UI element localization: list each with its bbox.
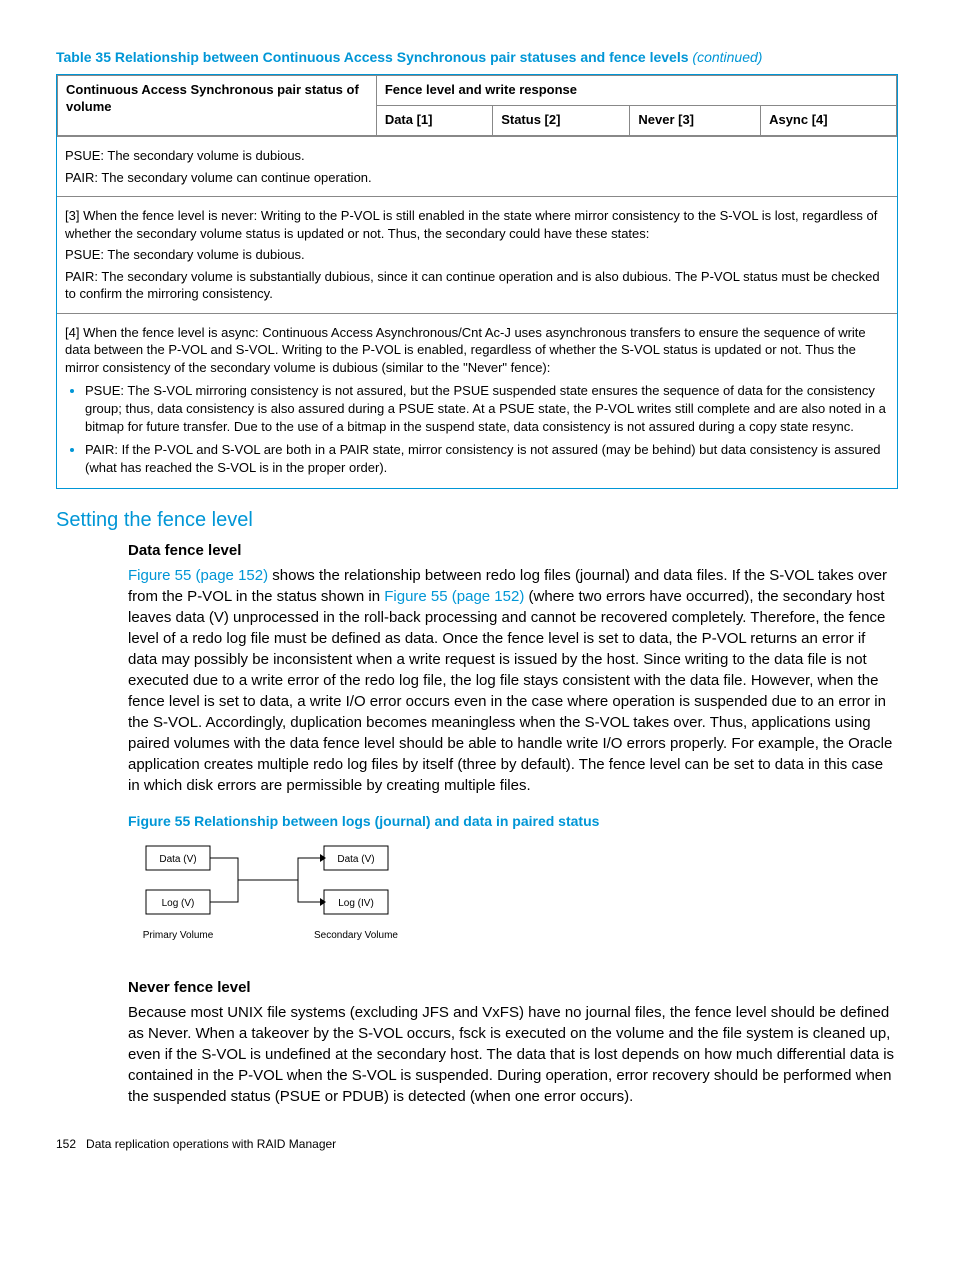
- footer-title: Data replication operations with RAID Ma…: [86, 1137, 336, 1151]
- fig-pv-log: Log (V): [162, 898, 195, 909]
- footnote-2: PSUE: The secondary volume is dubious. P…: [57, 136, 897, 196]
- table-35-header: Continuous Access Synchronous pair statu…: [57, 75, 897, 136]
- figure-55-caption: Figure 55 Relationship between logs (jou…: [128, 812, 898, 830]
- figure-55-svg: Data (V) Log (V) Primary Volume Data (V)…: [128, 840, 418, 960]
- heading-never-fence: Never fence level: [128, 978, 898, 998]
- link-figure-55-b[interactable]: Figure 55 (page 152): [384, 588, 524, 605]
- table-caption-main: Table 35 Relationship between Continuous…: [56, 49, 689, 65]
- note-4-intro: [4] When the fence level is async: Conti…: [65, 324, 889, 377]
- th-async: Async [4]: [761, 106, 897, 136]
- note-2-psue: PSUE: The secondary volume is dubious.: [65, 147, 889, 165]
- note-3-psue: PSUE: The secondary volume is dubious.: [65, 246, 889, 264]
- fig-pv-data: Data (V): [159, 854, 196, 865]
- section-heading-fence-level: Setting the fence level: [56, 507, 898, 533]
- th-fence-group: Fence level and write response: [376, 76, 896, 106]
- page-footer: 152 Data replication operations with RAI…: [56, 1137, 898, 1153]
- footnote-4: [4] When the fence level is async: Conti…: [57, 313, 897, 488]
- link-figure-55-a[interactable]: Figure 55 (page 152): [128, 567, 268, 584]
- fig-sv-data: Data (V): [337, 854, 374, 865]
- note-3-pair: PAIR: The secondary volume is substantia…: [65, 268, 889, 303]
- table-caption: Table 35 Relationship between Continuous…: [56, 48, 898, 66]
- th-pair-status: Continuous Access Synchronous pair statu…: [58, 76, 377, 136]
- text-data-fence-b: (where two errors have occurred), the se…: [128, 588, 892, 794]
- table-35-box: Continuous Access Synchronous pair statu…: [56, 74, 898, 489]
- heading-data-fence: Data fence level: [128, 541, 898, 561]
- note-2-pair: PAIR: The secondary volume can continue …: [65, 169, 889, 187]
- note-4-pair: PAIR: If the P-VOL and S-VOL are both in…: [85, 441, 889, 476]
- note-4-psue: PSUE: The S-VOL mirroring consistency is…: [85, 382, 889, 435]
- table-caption-suffix: (continued): [692, 49, 762, 65]
- para-data-fence: Figure 55 (page 152) shows the relations…: [128, 565, 898, 796]
- note-3-intro: [3] When the fence level is never: Writi…: [65, 207, 889, 242]
- th-data: Data [1]: [376, 106, 492, 136]
- para-never-fence: Because most UNIX file systems (excludin…: [128, 1002, 898, 1107]
- fig-sv-log: Log (IV): [338, 898, 374, 909]
- footnote-3: [3] When the fence level is never: Writi…: [57, 196, 897, 313]
- th-status: Status [2]: [493, 106, 630, 136]
- footer-page-number: 152: [56, 1137, 76, 1151]
- th-never: Never [3]: [630, 106, 761, 136]
- fig-primary-label: Primary Volume: [143, 930, 214, 941]
- figure-55-diagram: Data (V) Log (V) Primary Volume Data (V)…: [128, 840, 898, 964]
- fig-secondary-label: Secondary Volume: [314, 930, 398, 941]
